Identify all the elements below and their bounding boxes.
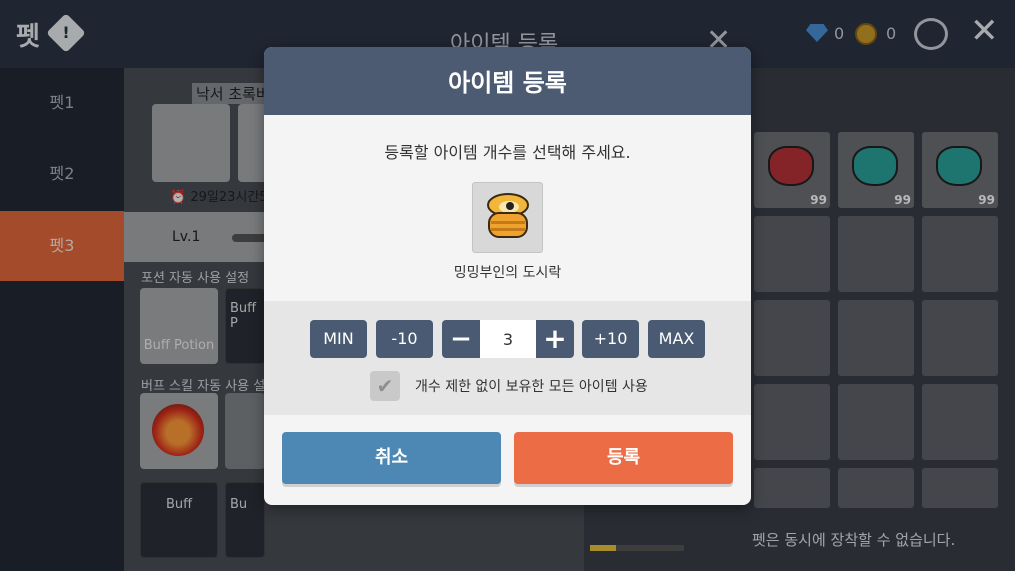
dialog-title: 아이템 등록 (448, 69, 567, 97)
checkmark-icon: ✔ (376, 374, 394, 398)
min-button[interactable]: MIN (310, 320, 367, 358)
register-button[interactable]: 등록 (514, 432, 733, 484)
quantity-input[interactable] (480, 320, 536, 358)
minus-10-button[interactable]: -10 (376, 320, 433, 358)
dialog-prompt: 등록할 아이템 개수를 선택해 주세요. (384, 143, 631, 162)
max-button[interactable]: MAX (648, 320, 705, 358)
register-item-dialog: 아이템 등록 등록할 아이템 개수를 선택해 주세요. 밍밍부인의 도시락 MI… (264, 47, 751, 505)
item-slot (472, 182, 543, 253)
quantity-selector: MIN -10 − + +10 MAX ✔ 개수 제한 없이 보유한 모든 아이… (264, 301, 751, 415)
cancel-button[interactable]: 취소 (282, 432, 501, 484)
use-all-label: 개수 제한 없이 보유한 모든 아이템 사용 (415, 379, 648, 395)
increment-button[interactable]: + (536, 320, 574, 358)
use-all-checkbox[interactable]: ✔ (370, 371, 400, 401)
plus-10-button[interactable]: +10 (582, 320, 639, 358)
decrement-button[interactable]: − (442, 320, 480, 358)
lunchbox-icon (487, 193, 529, 238)
item-name: 밍밍부인의 도시락 (453, 265, 562, 281)
dialog-header: 아이템 등록 (264, 47, 751, 115)
